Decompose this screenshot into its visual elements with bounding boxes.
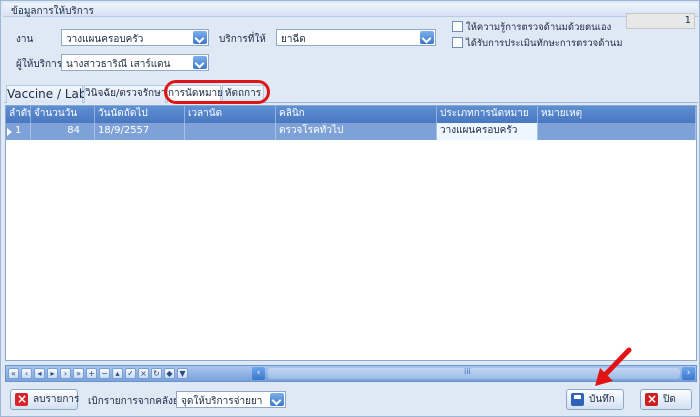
header-cell[interactable]: จำนวนวัน (31, 106, 95, 123)
filter-icon[interactable]: ▼ (177, 368, 188, 379)
provider-label: ผู้ให้บริการ (16, 59, 63, 70)
header-cell[interactable]: ลำดับ (6, 106, 31, 123)
header-cell[interactable]: คลินิก (276, 106, 437, 123)
save-button-label: บันทึก (589, 394, 615, 405)
service-label: บริการที่ให้ (219, 34, 266, 45)
highlight-oval (164, 80, 270, 104)
table-cell[interactable] (538, 123, 696, 140)
edit-icon[interactable]: ▴ (112, 368, 123, 379)
add-icon[interactable]: + (86, 368, 97, 379)
skill-assessed-label: ได้รับการประเมินทักษะการตรวจด้านม (466, 38, 623, 49)
save-icon (571, 393, 584, 406)
delete-item-button[interactable]: ลบรายการ (10, 389, 80, 410)
tab-strip: Vaccine / Lab วินิจฉัย/ตรวจรักษา การนัดห… (4, 83, 698, 103)
counter-box: 1 (626, 13, 695, 29)
work-label: งาน (16, 34, 34, 45)
service-info-window: ข้อมูลการให้บริการ งาน วางแผนครอบครัว บร… (0, 0, 700, 417)
table-cell[interactable]: 18/9/2557 (95, 123, 185, 140)
chevron-down-icon[interactable] (193, 56, 207, 69)
header-cell[interactable]: เวลานัด (185, 106, 276, 123)
close-button[interactable]: ปิด (640, 389, 692, 410)
prev-page-icon[interactable]: ‹ (21, 368, 32, 379)
delete-item-label: ลบรายการ (33, 394, 80, 405)
refresh-icon[interactable]: ↻ (151, 368, 162, 379)
provider-select-value: นางสาวธาริณี เสาร์แดน (66, 59, 171, 70)
last-icon[interactable]: » (73, 368, 84, 379)
appointment-grid[interactable]: ลำดับ จำนวนวัน วันนัดถัดไป เวลานัด คลินิ… (5, 105, 697, 361)
bookmark-icon[interactable]: ◆ (164, 368, 175, 379)
header-cell[interactable]: หมายเหตุ (538, 106, 696, 123)
scroll-left-icon[interactable]: ‹ (252, 367, 265, 380)
scroll-right-icon[interactable]: › (682, 367, 695, 380)
service-form-panel: งาน วางแผนครอบครัว บริการที่ให้ ยาฉีด ผู… (4, 13, 698, 79)
counter-value: 1 (684, 15, 691, 26)
close-button-label: ปิด (663, 394, 676, 405)
save-button[interactable]: บันทึก (566, 389, 624, 410)
provider-select[interactable]: นางสาวธาริณี เสาร์แดน (61, 54, 209, 71)
chevron-down-icon[interactable] (193, 31, 207, 44)
service-select-value: ยาฉีด (281, 34, 306, 45)
service-select[interactable]: ยาฉีด (276, 29, 436, 46)
table-cell[interactable]: วางแผนครอบครัว (437, 123, 538, 140)
window-titlebar: ข้อมูลการให้บริการ (3, 3, 698, 17)
dispense-point-value: จุดให้บริการจ่ายยา (181, 396, 263, 407)
table-cell[interactable]: 84 (31, 123, 95, 140)
first-icon[interactable]: « (8, 368, 19, 379)
work-select-value: วางแผนครอบครัว (66, 34, 144, 45)
self-exam-label: ให้ความรู้การตรวจด้านมด้วยตนเอง (466, 22, 612, 33)
table-cell[interactable] (185, 123, 276, 140)
work-select[interactable]: วางแผนครอบครัว (61, 29, 209, 46)
tab-vaccine-lab[interactable]: Vaccine / Lab (6, 85, 86, 103)
chevron-down-icon[interactable] (420, 31, 434, 44)
grid-header: ลำดับ จำนวนวัน วันนัดถัดไป เวลานัด คลินิ… (6, 106, 696, 123)
delete-icon[interactable]: − (99, 368, 110, 379)
table-row[interactable]: 1 84 18/9/2557 ตรวจโรคทั่วไป วางแผนครอบค… (6, 123, 696, 140)
header-cell[interactable]: วันนัดถัดไป (95, 106, 185, 123)
prev-icon[interactable]: ◂ (34, 368, 45, 379)
post-icon[interactable]: ✓ (125, 368, 136, 379)
delete-icon (15, 390, 28, 409)
table-cell[interactable]: 1 (12, 123, 31, 140)
cancel-icon[interactable]: × (138, 368, 149, 379)
tab-diagnosis[interactable]: วินิจฉัย/ตรวจรักษา (84, 85, 166, 103)
self-exam-checkbox[interactable] (452, 21, 463, 32)
next-icon[interactable]: ▸ (47, 368, 58, 379)
header-cell[interactable]: ประเภทการนัดหมาย (437, 106, 538, 123)
chevron-down-icon[interactable] (270, 393, 284, 406)
next-page-icon[interactable]: › (60, 368, 71, 379)
table-cell[interactable]: ตรวจโรคทั่วไป (276, 123, 437, 140)
pointer-arrow-icon (595, 347, 632, 386)
scroll-grip: iii (464, 367, 471, 376)
close-icon (645, 390, 658, 409)
skill-assessed-checkbox[interactable] (452, 37, 463, 48)
dispense-point-select[interactable]: จุดให้บริการจ่ายยา (176, 391, 286, 408)
